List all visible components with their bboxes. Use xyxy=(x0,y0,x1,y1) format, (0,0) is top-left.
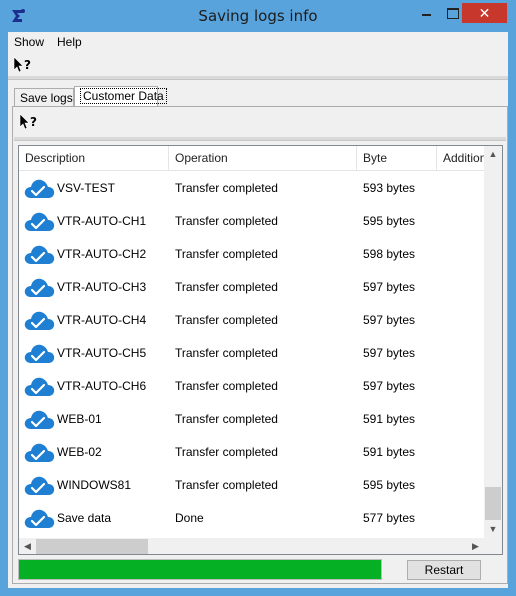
cell-description: WINDOWS81 xyxy=(57,478,132,492)
progress-fill xyxy=(19,560,381,579)
cloud-check-icon xyxy=(24,476,55,495)
vertical-scroll-thumb[interactable] xyxy=(485,487,501,520)
scroll-corner xyxy=(484,538,502,554)
horizontal-scrollbar[interactable]: ◀ ▶ xyxy=(19,538,484,554)
cell-byte: 591 bytes xyxy=(363,445,416,459)
cell-byte: 593 bytes xyxy=(363,181,416,195)
cell-byte: 597 bytes xyxy=(363,280,416,294)
table-row[interactable]: Save data Done 577 bytes xyxy=(19,501,484,534)
cell-description: VTR-AUTO-CH3 xyxy=(57,280,147,294)
cell-operation: Transfer completed xyxy=(175,247,278,261)
help-cursor-icon[interactable]: ? xyxy=(13,56,33,74)
horizontal-scroll-thumb[interactable] xyxy=(36,539,148,554)
table-row[interactable]: WEB-01 Transfer completed 591 bytes xyxy=(19,402,484,435)
app-window: Saving logs info ✕ Show Help ? Save logs… xyxy=(0,0,516,596)
cell-description: VTR-AUTO-CH4 xyxy=(57,313,147,327)
cloud-check-icon xyxy=(24,245,55,264)
panel-separator xyxy=(14,137,506,141)
cloud-check-icon xyxy=(24,410,55,429)
cell-operation: Transfer completed xyxy=(175,445,278,459)
restart-button[interactable]: Restart xyxy=(407,560,481,580)
cell-description: VTR-AUTO-CH2 xyxy=(57,247,147,261)
cloud-check-icon xyxy=(24,278,55,297)
cell-operation: Transfer completed xyxy=(175,379,278,393)
table-row[interactable]: VTR-AUTO-CH3 Transfer completed 597 bytes xyxy=(19,270,484,303)
minimize-button[interactable] xyxy=(413,3,439,23)
cell-byte: 597 bytes xyxy=(363,346,416,360)
cell-byte: 595 bytes xyxy=(363,478,416,492)
cell-description: VSV-TEST xyxy=(57,181,116,195)
table-row[interactable]: VTR-AUTO-CH1 Transfer completed 595 bytes xyxy=(19,204,484,237)
column-description[interactable]: Description xyxy=(19,146,169,171)
cell-byte: 597 bytes xyxy=(363,313,416,327)
table-row[interactable]: VTR-AUTO-CH4 Transfer completed 597 bytes xyxy=(19,303,484,336)
cloud-check-icon xyxy=(24,509,55,528)
scroll-left-icon[interactable]: ◀ xyxy=(19,538,36,554)
cloud-check-icon xyxy=(24,179,55,198)
cell-operation: Done xyxy=(175,511,204,525)
column-operation[interactable]: Operation xyxy=(169,146,357,171)
cell-description: VTR-AUTO-CH5 xyxy=(57,346,147,360)
tab-save-logs[interactable]: Save logs xyxy=(14,88,74,107)
menu-help[interactable]: Help xyxy=(57,35,82,49)
menu-bar: Show Help xyxy=(8,32,508,52)
customer-data-panel: ? Description Operation Byte Addition VS… xyxy=(12,106,508,584)
tab-label: Save logs xyxy=(20,91,73,105)
table-row[interactable]: VTR-AUTO-CH5 Transfer completed 597 bytes xyxy=(19,336,484,369)
cloud-check-icon xyxy=(24,212,55,231)
table-row[interactable]: VSV-TEST Transfer completed 593 bytes xyxy=(19,171,484,204)
scroll-right-icon[interactable]: ▶ xyxy=(467,538,484,554)
scroll-up-icon[interactable]: ▲ xyxy=(484,146,502,163)
menu-show[interactable]: Show xyxy=(14,35,44,49)
tab-customer-data[interactable]: Customer Data xyxy=(74,86,167,107)
cell-byte: 597 bytes xyxy=(363,379,416,393)
cell-operation: Transfer completed xyxy=(175,412,278,426)
cell-byte: 598 bytes xyxy=(363,247,416,261)
cell-operation: Transfer completed xyxy=(175,478,278,492)
svg-text:?: ? xyxy=(24,58,31,72)
cell-description: WEB-02 xyxy=(57,445,102,459)
cell-byte: 595 bytes xyxy=(363,214,416,228)
close-button[interactable]: ✕ xyxy=(462,3,507,23)
title-bar[interactable]: Saving logs info ✕ xyxy=(0,0,516,32)
cloud-check-icon xyxy=(24,443,55,462)
toolbar-separator xyxy=(8,76,508,80)
scroll-down-icon[interactable]: ▼ xyxy=(484,521,502,538)
cell-description: VTR-AUTO-CH6 xyxy=(57,379,147,393)
cloud-check-icon xyxy=(24,311,55,330)
progress-bar xyxy=(18,559,382,580)
cell-description: WEB-01 xyxy=(57,412,102,426)
list-header: Description Operation Byte Addition xyxy=(19,146,487,171)
help-cursor-icon[interactable]: ? xyxy=(19,113,39,131)
cell-operation: Transfer completed xyxy=(175,181,278,195)
log-list[interactable]: Description Operation Byte Addition VSV-… xyxy=(18,145,503,555)
table-row[interactable]: WINDOWS81 Transfer completed 595 bytes xyxy=(19,468,484,501)
vertical-scrollbar[interactable]: ▲ ▼ xyxy=(484,146,502,538)
cell-operation: Transfer completed xyxy=(175,214,278,228)
column-byte[interactable]: Byte xyxy=(357,146,437,171)
table-row[interactable]: VTR-AUTO-CH6 Transfer completed 597 bytes xyxy=(19,369,484,402)
cell-operation: Transfer completed xyxy=(175,313,278,327)
table-row[interactable]: VTR-AUTO-CH2 Transfer completed 598 bytes xyxy=(19,237,484,270)
cloud-check-icon xyxy=(24,377,55,396)
table-row[interactable]: WEB-02 Transfer completed 591 bytes xyxy=(19,435,484,468)
cell-byte: 577 bytes xyxy=(363,511,416,525)
cell-description: VTR-AUTO-CH1 xyxy=(57,214,147,228)
column-addition[interactable]: Addition xyxy=(437,146,487,171)
client-area: Show Help ? Save logs Customer Data ? De… xyxy=(8,32,508,588)
cell-byte: 591 bytes xyxy=(363,412,416,426)
cell-operation: Transfer completed xyxy=(175,280,278,294)
cell-operation: Transfer completed xyxy=(175,346,278,360)
cloud-check-icon xyxy=(24,344,55,363)
cell-description: Save data xyxy=(57,511,112,525)
tab-label: Customer Data xyxy=(80,88,167,104)
svg-text:?: ? xyxy=(30,115,37,129)
